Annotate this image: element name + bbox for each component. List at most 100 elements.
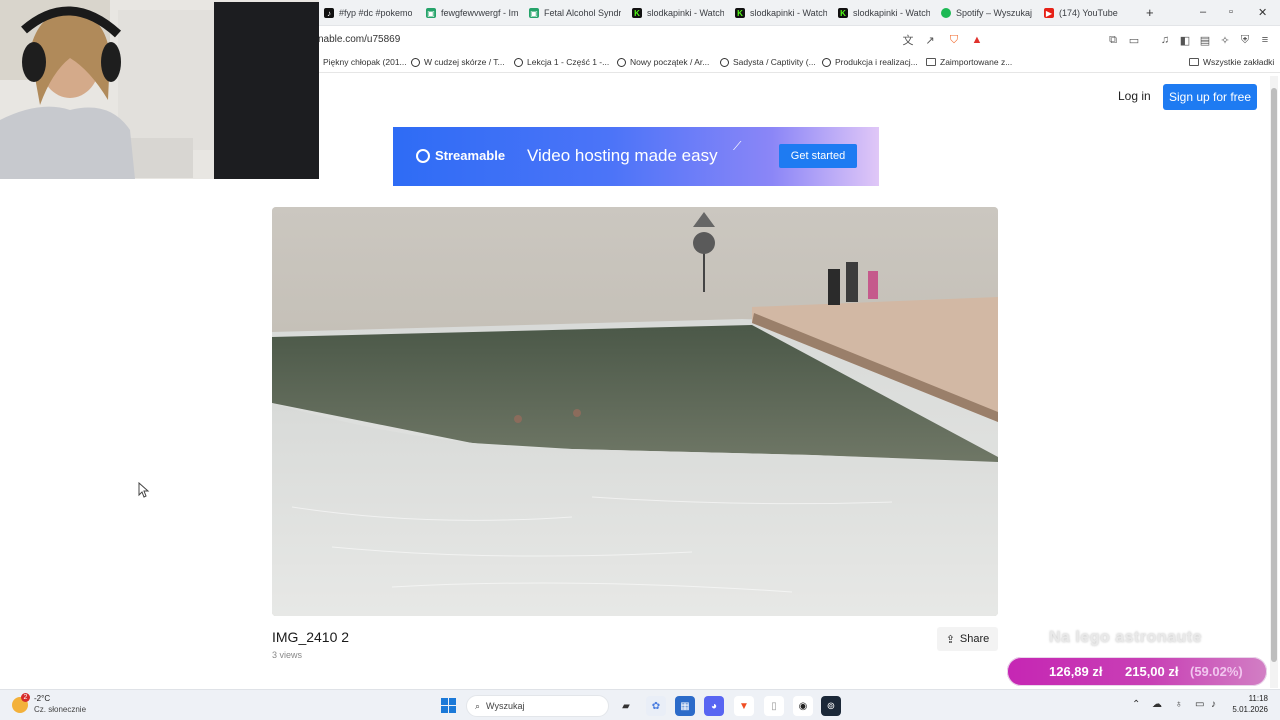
stream-overlay-text: Na lego astronaute xyxy=(1049,629,1203,646)
streamable-banner[interactable]: Streamable Video hosting made easy ⟋ Get… xyxy=(393,127,879,186)
tab-label: Fetal Alcohol Syndr xyxy=(544,8,621,18)
globe-icon xyxy=(411,57,420,67)
microphone-icon[interactable]: ♁ xyxy=(1175,699,1183,710)
bookmark-label: W cudzej skórze / T... xyxy=(424,57,505,67)
tab-label: slodkapinki - Watch xyxy=(647,8,724,18)
browser-tab[interactable]: ▶ (174) YouTube xyxy=(1040,3,1136,23)
tab-label: (174) YouTube xyxy=(1059,8,1118,18)
streamable-logo: Streamable xyxy=(416,148,505,163)
steam-icon[interactable]: ⊚ xyxy=(821,696,841,716)
bookmark-item[interactable]: Sadysta / Captivity (... xyxy=(720,57,816,67)
globe-icon xyxy=(720,57,729,67)
kick-icon: K xyxy=(632,8,642,18)
browser-tab[interactable]: K slodkapinki - Watch xyxy=(834,3,930,23)
discord-icon[interactable]: ◕ xyxy=(704,696,724,716)
all-bookmarks-folder[interactable]: Wszystkie zakładki xyxy=(1189,57,1274,67)
donation-percent: (59.02%) xyxy=(1190,664,1243,679)
page-scrollbar[interactable] xyxy=(1270,76,1278,688)
cloud-icon[interactable]: ☁ xyxy=(1152,699,1162,710)
new-tab-button[interactable]: + xyxy=(1146,5,1154,20)
bookmark-item[interactable]: Nowy początek / Ar... xyxy=(617,57,709,67)
media-icon[interactable]: ♫ xyxy=(1158,33,1172,47)
globe-icon xyxy=(514,57,523,67)
volume-icon[interactable]: ♪ xyxy=(1211,699,1216,710)
bookmark-item[interactable]: W cudzej skórze / T... xyxy=(411,57,505,67)
tab-label: slodkapinki - Watch xyxy=(750,8,827,18)
banner-tagline: Video hosting made easy xyxy=(527,146,718,165)
wallet2-icon[interactable]: ▤ xyxy=(1198,33,1212,47)
bookmark-folder[interactable]: Zaimportowane z... xyxy=(926,57,1012,67)
brave-rewards-icon[interactable]: ▲ xyxy=(970,33,984,47)
webcam-overlay xyxy=(0,0,319,179)
bookmark-item[interactable]: Piękny chłopak (201... xyxy=(323,57,407,67)
share-page-icon[interactable]: ↗ xyxy=(923,33,937,47)
clock-time[interactable]: 11:18 xyxy=(1238,694,1268,703)
tray-overflow-icon[interactable]: ⌃ xyxy=(1132,699,1140,710)
sparkle-icon: ⟋ xyxy=(733,139,742,153)
windows-taskbar: 2 -2°C Cz. słonecznie ⌕ Wyszukaj ▰ ✿ ▦ ◕… xyxy=(0,689,1280,720)
menu-icon[interactable]: ≡ xyxy=(1258,33,1272,47)
obs-icon[interactable]: ◉ xyxy=(793,696,813,716)
donation-goal-bar: 126,89 zł 215,00 zł (59.02%) xyxy=(1007,657,1267,686)
copilot-icon[interactable]: ✿ xyxy=(646,696,666,716)
store-icon[interactable]: ▦ xyxy=(675,696,695,716)
display-icon[interactable]: ▭ xyxy=(1195,699,1204,710)
translate-icon[interactable]: 文 xyxy=(901,33,915,47)
bookmark-label: Sadysta / Captivity (... xyxy=(733,57,816,67)
url-field[interactable]: nable.com/u75869 xyxy=(318,34,400,45)
sidebar-icon[interactable]: ◧ xyxy=(1178,33,1192,47)
bookmark-label: Nowy początek / Ar... xyxy=(630,57,710,67)
folder-icon xyxy=(926,58,936,66)
vpn-icon[interactable]: ⛨ xyxy=(1238,33,1252,47)
browser-tab[interactable]: K slodkapinki - Watch xyxy=(731,3,827,23)
close-icon[interactable]: ✕ xyxy=(1258,6,1267,19)
browser-tab[interactable]: ▣ fewgfewvwergf - Im xyxy=(422,3,518,23)
globe-icon xyxy=(822,57,831,67)
browser-tab[interactable]: K slodkapinki - Watch xyxy=(628,3,724,23)
brand-name: Streamable xyxy=(435,148,506,163)
bookmark-label: Lekcja 1 - Część 1 -... xyxy=(527,57,610,67)
login-link[interactable]: Log in xyxy=(1118,89,1151,103)
wallet-icon[interactable]: ▭ xyxy=(1127,33,1141,47)
weather-condition: Cz. słonecznie xyxy=(34,705,87,714)
get-started-button[interactable]: Get started xyxy=(779,144,857,168)
weather-temp: -2°C xyxy=(34,694,51,703)
leo-ai-icon[interactable]: ✧ xyxy=(1218,33,1232,47)
taskbar-search[interactable]: ⌕ Wyszukaj xyxy=(466,695,609,717)
kick-icon: K xyxy=(838,8,848,18)
share-button[interactable]: ⇪ Share xyxy=(937,627,998,651)
signup-button[interactable]: Sign up for free xyxy=(1163,84,1257,110)
minimize-icon[interactable]: – xyxy=(1200,6,1206,18)
bookmark-label: Wszystkie zakładki xyxy=(1203,57,1275,67)
browser-tab[interactable]: Spotify – Wyszukaj xyxy=(937,3,1033,23)
video-player[interactable] xyxy=(272,207,998,616)
brave-shield-icon[interactable]: ⛉ xyxy=(947,33,961,47)
bookmark-item[interactable]: Lekcja 1 - Część 1 -... xyxy=(514,57,609,67)
webcam-feed xyxy=(0,0,319,179)
file-explorer-icon[interactable]: ▰ xyxy=(616,696,636,716)
windows-start-icon[interactable] xyxy=(441,698,456,713)
folder-icon xyxy=(1189,58,1199,66)
tab-label: Spotify – Wyszukaj xyxy=(956,8,1032,18)
bookmark-label: Produkcja i realizacj... xyxy=(835,57,918,67)
image-icon: ▣ xyxy=(426,8,436,18)
image-icon: ▣ xyxy=(529,8,539,18)
video-frame xyxy=(272,207,998,616)
scrollbar-thumb[interactable] xyxy=(1271,88,1277,662)
streamable-logo-icon xyxy=(416,148,430,163)
browser-tab[interactable]: ▣ Fetal Alcohol Syndr xyxy=(525,3,621,23)
donation-current: 126,89 zł xyxy=(1049,664,1103,679)
notepad-icon[interactable]: ▯ xyxy=(764,696,784,716)
bookmark-item[interactable]: Produkcja i realizacj... xyxy=(822,57,918,67)
tiktok-icon: ♪ xyxy=(324,8,334,18)
video-title: IMG_2410 2 xyxy=(272,629,350,645)
clock-date[interactable]: 5.01.2026 xyxy=(1228,705,1268,714)
tab-label: fewgfewvwergf - Im xyxy=(441,8,518,18)
maximize-icon[interactable]: ▫ xyxy=(1229,6,1233,18)
video-views: 3 views xyxy=(272,650,303,660)
brave-browser-icon[interactable]: ▼ xyxy=(734,696,754,716)
browser-tab[interactable]: ♪ #fyp #dc #pokemo xyxy=(320,3,412,23)
kick-icon: K xyxy=(735,8,745,18)
spotify-icon xyxy=(941,8,951,18)
extensions-icon[interactable]: ⧉ xyxy=(1106,33,1120,47)
